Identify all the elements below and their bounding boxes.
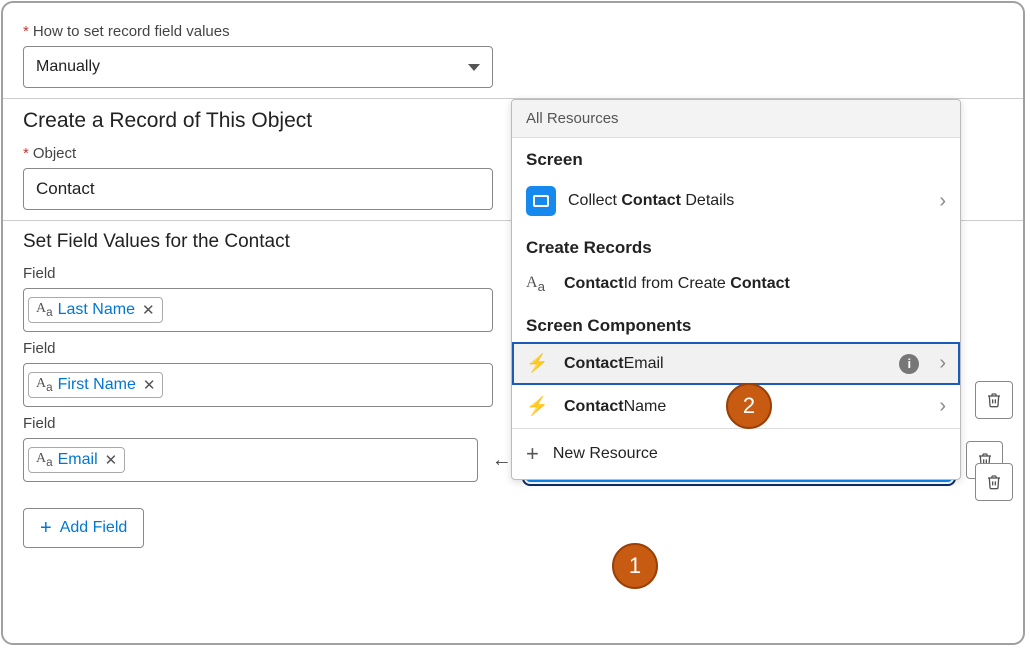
delete-row-button-2[interactable] (975, 463, 1013, 501)
trash-icon (986, 473, 1002, 491)
text-type-icon: Aa (36, 376, 53, 394)
lightning-icon: ⚡ (526, 353, 552, 374)
field-pill-label-2: First Name (58, 376, 136, 394)
callout-badge-2: 2 (726, 383, 772, 429)
dd-section-create: Create Records (512, 226, 960, 264)
field-input-3[interactable]: Aa Email ✕ (23, 438, 478, 482)
dd-item-contactid[interactable]: Aa ContactId from Create Contact (512, 264, 960, 304)
text-type-icon: Aa (36, 301, 53, 319)
object-input[interactable]: Contact (23, 168, 493, 210)
dd-item-label: ContactId from Create Contact (564, 275, 790, 293)
callout-badge-1: 1 (612, 543, 658, 589)
dd-section-screen: Screen (512, 138, 960, 176)
lightning-icon: ⚡ (526, 396, 552, 417)
info-icon[interactable]: i (899, 354, 919, 374)
dd-item-collect-contact[interactable]: Collect Contact Details › (512, 176, 960, 226)
field-pill-1[interactable]: Aa Last Name ✕ (28, 297, 163, 323)
how-to-set-select[interactable]: Manually (23, 46, 493, 88)
screen-icon (526, 186, 556, 216)
field-pill-2[interactable]: Aa First Name ✕ (28, 372, 163, 398)
object-value: Contact (36, 179, 95, 199)
trash-icon (986, 391, 1002, 409)
add-field-button[interactable]: + Add Field (23, 508, 144, 548)
chevron-down-icon (468, 64, 480, 71)
dd-item-label: ContactEmail (564, 355, 664, 373)
delete-row-button-1[interactable] (975, 381, 1013, 419)
chevron-right-icon: › (939, 352, 946, 375)
field-input-1[interactable]: Aa Last Name ✕ (23, 288, 493, 332)
dd-item-contact-email[interactable]: ⚡ ContactEmail i › (512, 342, 960, 385)
remove-icon[interactable]: ✕ (105, 451, 118, 469)
chevron-right-icon: › (939, 190, 946, 213)
dd-item-label: Collect Contact Details (568, 192, 734, 210)
dd-section-components: Screen Components (512, 304, 960, 342)
remove-icon[interactable]: ✕ (142, 301, 155, 319)
plus-icon: + (526, 441, 539, 467)
new-resource-label: New Resource (553, 445, 658, 463)
dropdown-header: All Resources (512, 100, 960, 138)
text-type-icon: Aa (526, 274, 552, 294)
field-pill-label-1: Last Name (58, 301, 135, 319)
field-input-2[interactable]: Aa First Name ✕ (23, 363, 493, 407)
new-resource-button[interactable]: + New Resource (512, 428, 960, 479)
field-pill-3[interactable]: Aa Email ✕ (28, 447, 125, 473)
chevron-right-icon: › (939, 395, 946, 418)
text-type-icon: Aa (36, 451, 53, 469)
field-pill-label-3: Email (58, 451, 98, 469)
dd-item-label: ContactName (564, 398, 666, 416)
how-to-set-value: Manually (36, 58, 100, 76)
arrow-left-icon: ← (492, 449, 512, 472)
remove-icon[interactable]: ✕ (143, 376, 156, 394)
plus-icon: + (40, 517, 52, 540)
add-field-label: Add Field (60, 519, 128, 537)
how-to-set-label: How to set record field values (23, 23, 1003, 40)
